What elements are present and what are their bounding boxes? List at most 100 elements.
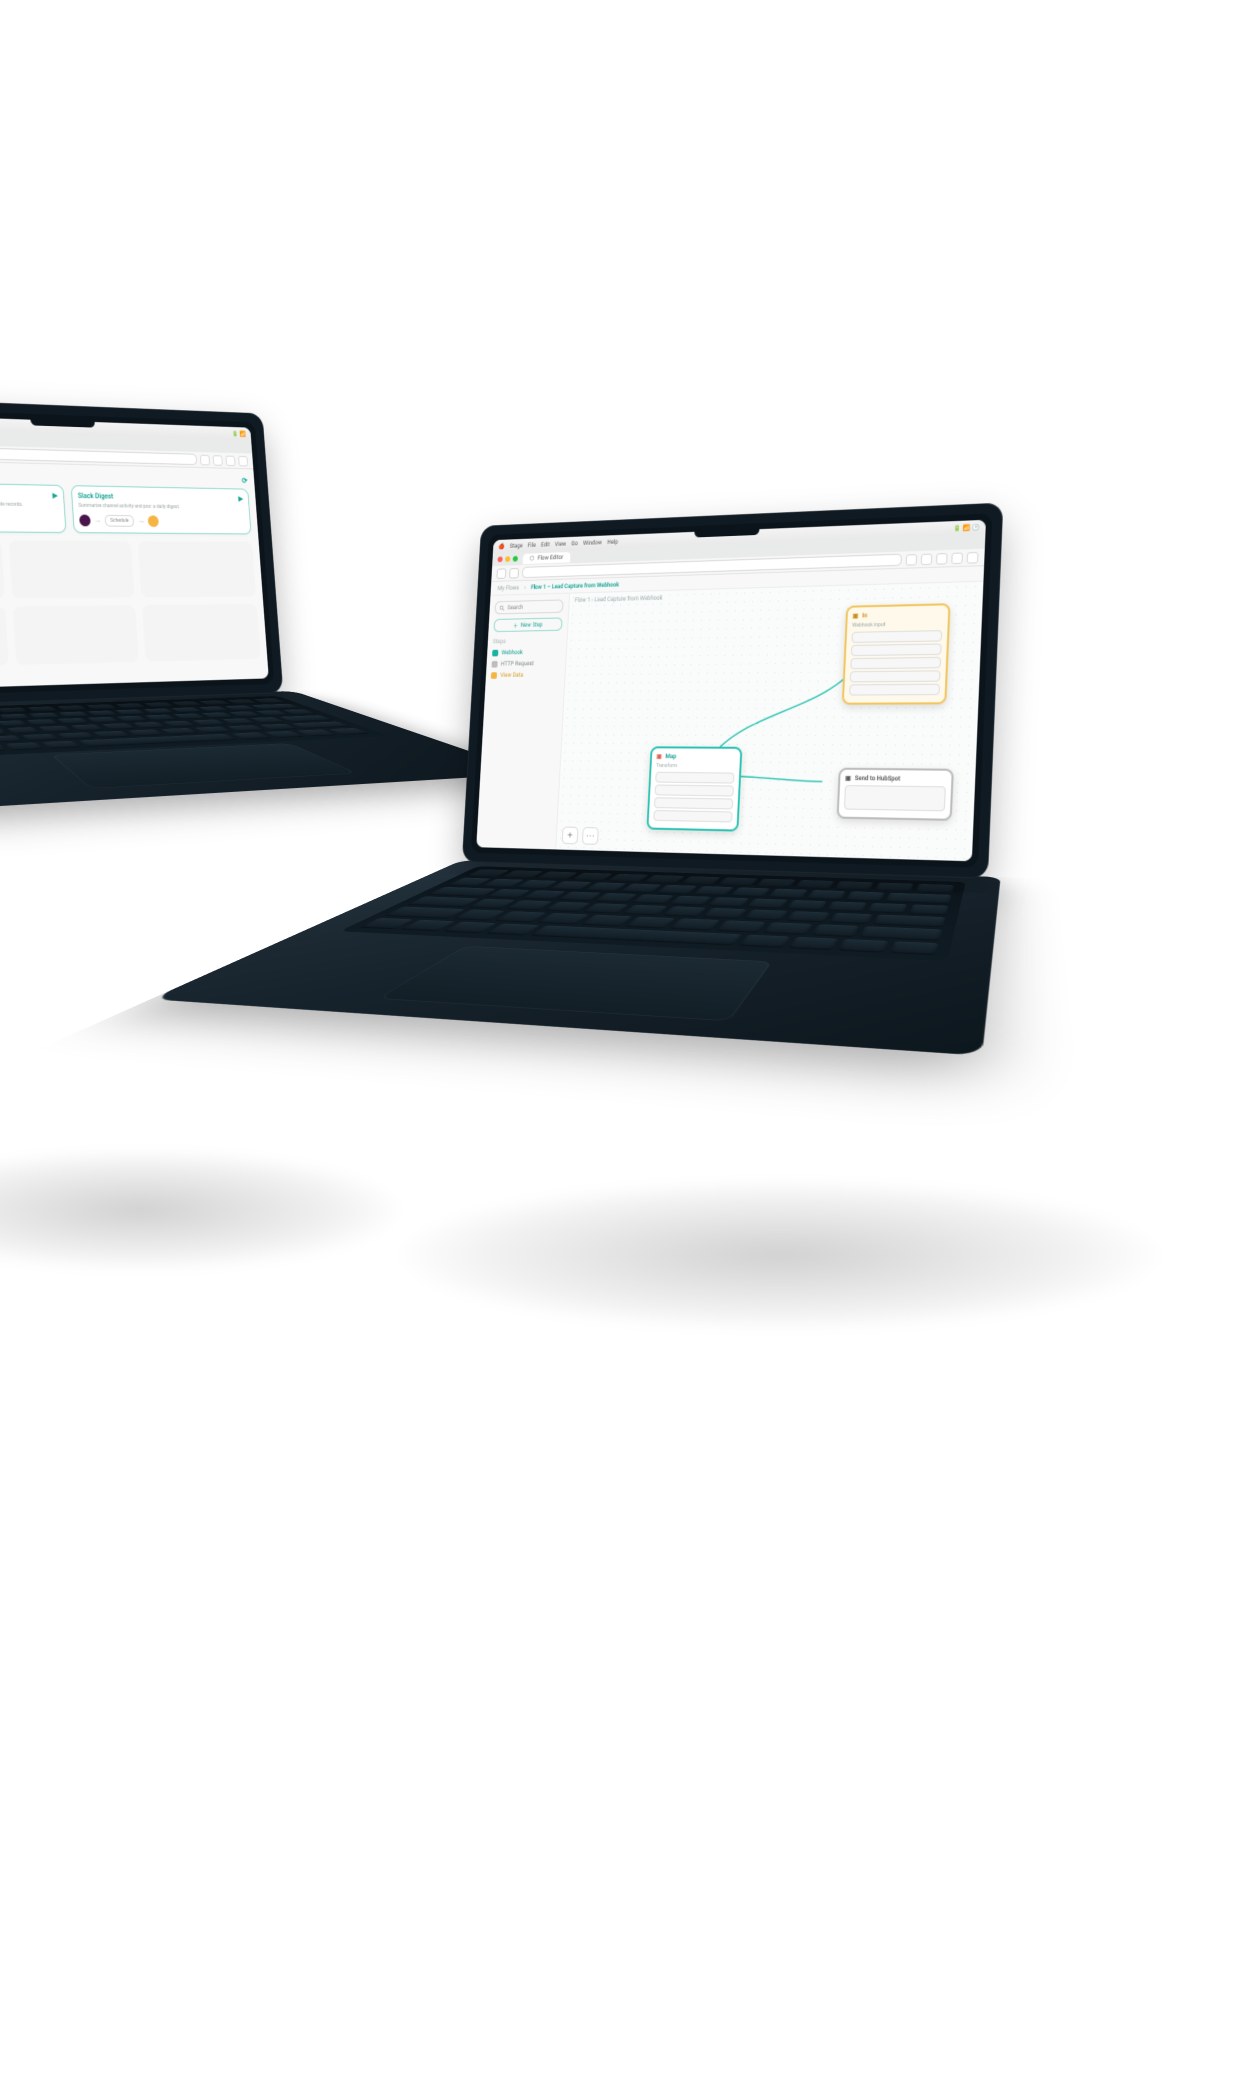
laptop-left-base <box>0 691 535 812</box>
http-icon <box>491 661 497 668</box>
menu-item[interactable]: Window <box>583 539 602 546</box>
card-description: Summarize channel activity and post a da… <box>78 503 244 512</box>
toolbar-icon[interactable] <box>225 455 235 466</box>
step-chip: Schedule <box>105 514 135 526</box>
card-title: Slack Digest <box>78 492 114 500</box>
toolbar-icon[interactable] <box>921 553 933 565</box>
node-field[interactable] <box>849 684 940 696</box>
bolt-icon: ▣ <box>853 613 859 620</box>
node-field[interactable] <box>850 657 941 669</box>
sidebar-item-http[interactable]: HTTP Request <box>491 660 560 668</box>
tab-favicon: ⬡ <box>530 555 535 562</box>
flow-edges <box>555 582 983 862</box>
toolbar-icon[interactable] <box>906 554 918 566</box>
refresh-icon[interactable]: ⟳ <box>242 476 248 485</box>
flow-canvas[interactable]: Flow 1 › Lead Capture from Webhook ▣In W… <box>556 582 983 862</box>
node-field[interactable] <box>844 785 946 811</box>
toolbar-icon[interactable] <box>200 454 210 465</box>
node-field[interactable] <box>851 643 942 656</box>
breadcrumb-current: Flow 1 – Lead Capture from Webhook <box>531 581 619 590</box>
laptop-right-display: 🍎 Stage File Edit View Go Window Help 🔋 … <box>476 520 986 861</box>
card-step-row: → Transform→ <box>0 511 60 525</box>
breadcrumb-item[interactable]: My Flows <box>497 584 519 591</box>
flow-card[interactable]: Slack Digest ▶ Summarize channel activit… <box>71 485 252 534</box>
plus-icon: ＋ <box>513 621 519 630</box>
window-controls[interactable] <box>497 556 518 562</box>
transform-icon: ▣ <box>656 753 662 760</box>
card-step-row: → Schedule→ <box>79 514 245 527</box>
sidebar-item-viewdata[interactable]: View Data <box>491 672 560 679</box>
page-title: Flows ⟳ <box>0 468 248 485</box>
flow-card[interactable]: Email → CRM ▶ Automatically capture inbo… <box>0 481 66 532</box>
new-step-button[interactable]: ＋ New Step <box>493 617 562 632</box>
brand-name: Algoraflow <box>488 853 517 861</box>
laptop-right: 🍎 Stage File Edit View Go Window Help 🔋 … <box>443 502 1016 1249</box>
laptop-left-display: 🍎 🔋 📶 ⬡ Flow Gallery <box>0 413 269 690</box>
camera-notch <box>30 414 95 428</box>
keyboard <box>339 866 965 961</box>
canvas-toolbar: + ⋯ <box>562 827 599 845</box>
menubar-status-icons: 🔋 📶 🕑 <box>953 524 979 532</box>
placeholder-card <box>9 540 135 598</box>
toolbar-icon[interactable] <box>238 455 248 465</box>
node-output[interactable]: ▣Send to HubSpot <box>837 768 954 821</box>
toolbar-icon[interactable] <box>951 552 963 564</box>
toolbar-icon[interactable] <box>213 455 223 466</box>
placeholder-card <box>138 541 256 597</box>
data-icon <box>491 672 497 679</box>
floor-shadow-left <box>0 1150 400 1270</box>
placeholder-card <box>13 605 139 665</box>
brand-logo-icon: ◐ <box>482 853 486 861</box>
node-field[interactable] <box>851 630 942 643</box>
menu-item[interactable]: View <box>555 540 567 547</box>
app-flow-editor: 🍎 Stage File Edit View Go Window Help 🔋 … <box>476 520 986 861</box>
flow-card-row: Email → CRM ▶ Automatically capture inbo… <box>0 481 251 534</box>
menu-item[interactable]: Go <box>571 540 578 547</box>
slack-icon <box>79 514 91 526</box>
toolbar-icon[interactable] <box>967 551 979 563</box>
search-icon <box>499 604 505 611</box>
node-field[interactable] <box>655 772 734 784</box>
placeholder-card <box>142 603 260 661</box>
play-icon[interactable]: ▶ <box>238 495 243 503</box>
sidebar-search[interactable]: Search <box>494 599 563 614</box>
laptop-right-screen-assembly: 🍎 Stage File Edit View Go Window Help 🔋 … <box>462 503 1003 879</box>
webhook-icon <box>492 650 498 657</box>
laptop-left: 🍎 🔋 📶 ⬡ Flow Gallery <box>0 396 314 1011</box>
node-field[interactable] <box>655 785 734 797</box>
menubar-status-icons: 🔋 📶 <box>232 430 246 437</box>
canvas-more-button[interactable]: ⋯ <box>582 827 599 845</box>
apple-icon: 🍎 <box>498 543 505 550</box>
app-gallery: 🍎 🔋 📶 ⬡ Flow Gallery <box>0 413 269 690</box>
node-input[interactable]: ▣In Webhook input <box>842 603 951 705</box>
nav-back-icon[interactable] <box>496 568 506 579</box>
sidebar-item-webhook[interactable]: Webhook <box>492 649 561 657</box>
canvas-breadcrumb: Flow 1 › Lead Capture from Webhook <box>575 595 663 604</box>
toolbar-icon[interactable] <box>936 553 948 565</box>
search-placeholder: Search <box>507 604 523 611</box>
node-field[interactable] <box>654 797 733 809</box>
send-icon: ▣ <box>845 775 851 782</box>
chevron-right-icon: › <box>524 584 526 591</box>
node-subtitle: Webhook input <box>852 621 943 629</box>
browser-tab[interactable]: ⬡ Flow Editor <box>523 552 571 564</box>
menu-item[interactable]: Stage <box>509 542 522 549</box>
nav-forward-icon[interactable] <box>509 568 519 579</box>
notify-icon <box>148 515 159 527</box>
sidebar-section-label: Steps <box>493 637 562 645</box>
menu-item[interactable]: File <box>528 542 536 549</box>
node-field[interactable] <box>850 670 941 682</box>
tab-title: Flow Editor <box>537 554 563 562</box>
card-description: Automatically capture inbound emails and… <box>0 500 58 509</box>
product-render-stage: 🍎 🔋 📶 ⬡ Flow Gallery <box>0 0 1250 2084</box>
node-transform[interactable]: ▣Map Transform <box>646 746 742 831</box>
menu-item[interactable]: Edit <box>541 541 550 548</box>
placeholder-card <box>0 606 9 668</box>
editor-sidebar: Search ＋ New Step Steps Webhook HTTP Req… <box>476 594 570 850</box>
menu-item[interactable]: Help <box>607 538 618 545</box>
play-icon[interactable]: ▶ <box>52 492 58 500</box>
placeholder-grid <box>0 539 261 668</box>
trackpad <box>377 946 772 1022</box>
node-field[interactable] <box>653 810 732 822</box>
canvas-add-button[interactable]: + <box>562 827 579 845</box>
